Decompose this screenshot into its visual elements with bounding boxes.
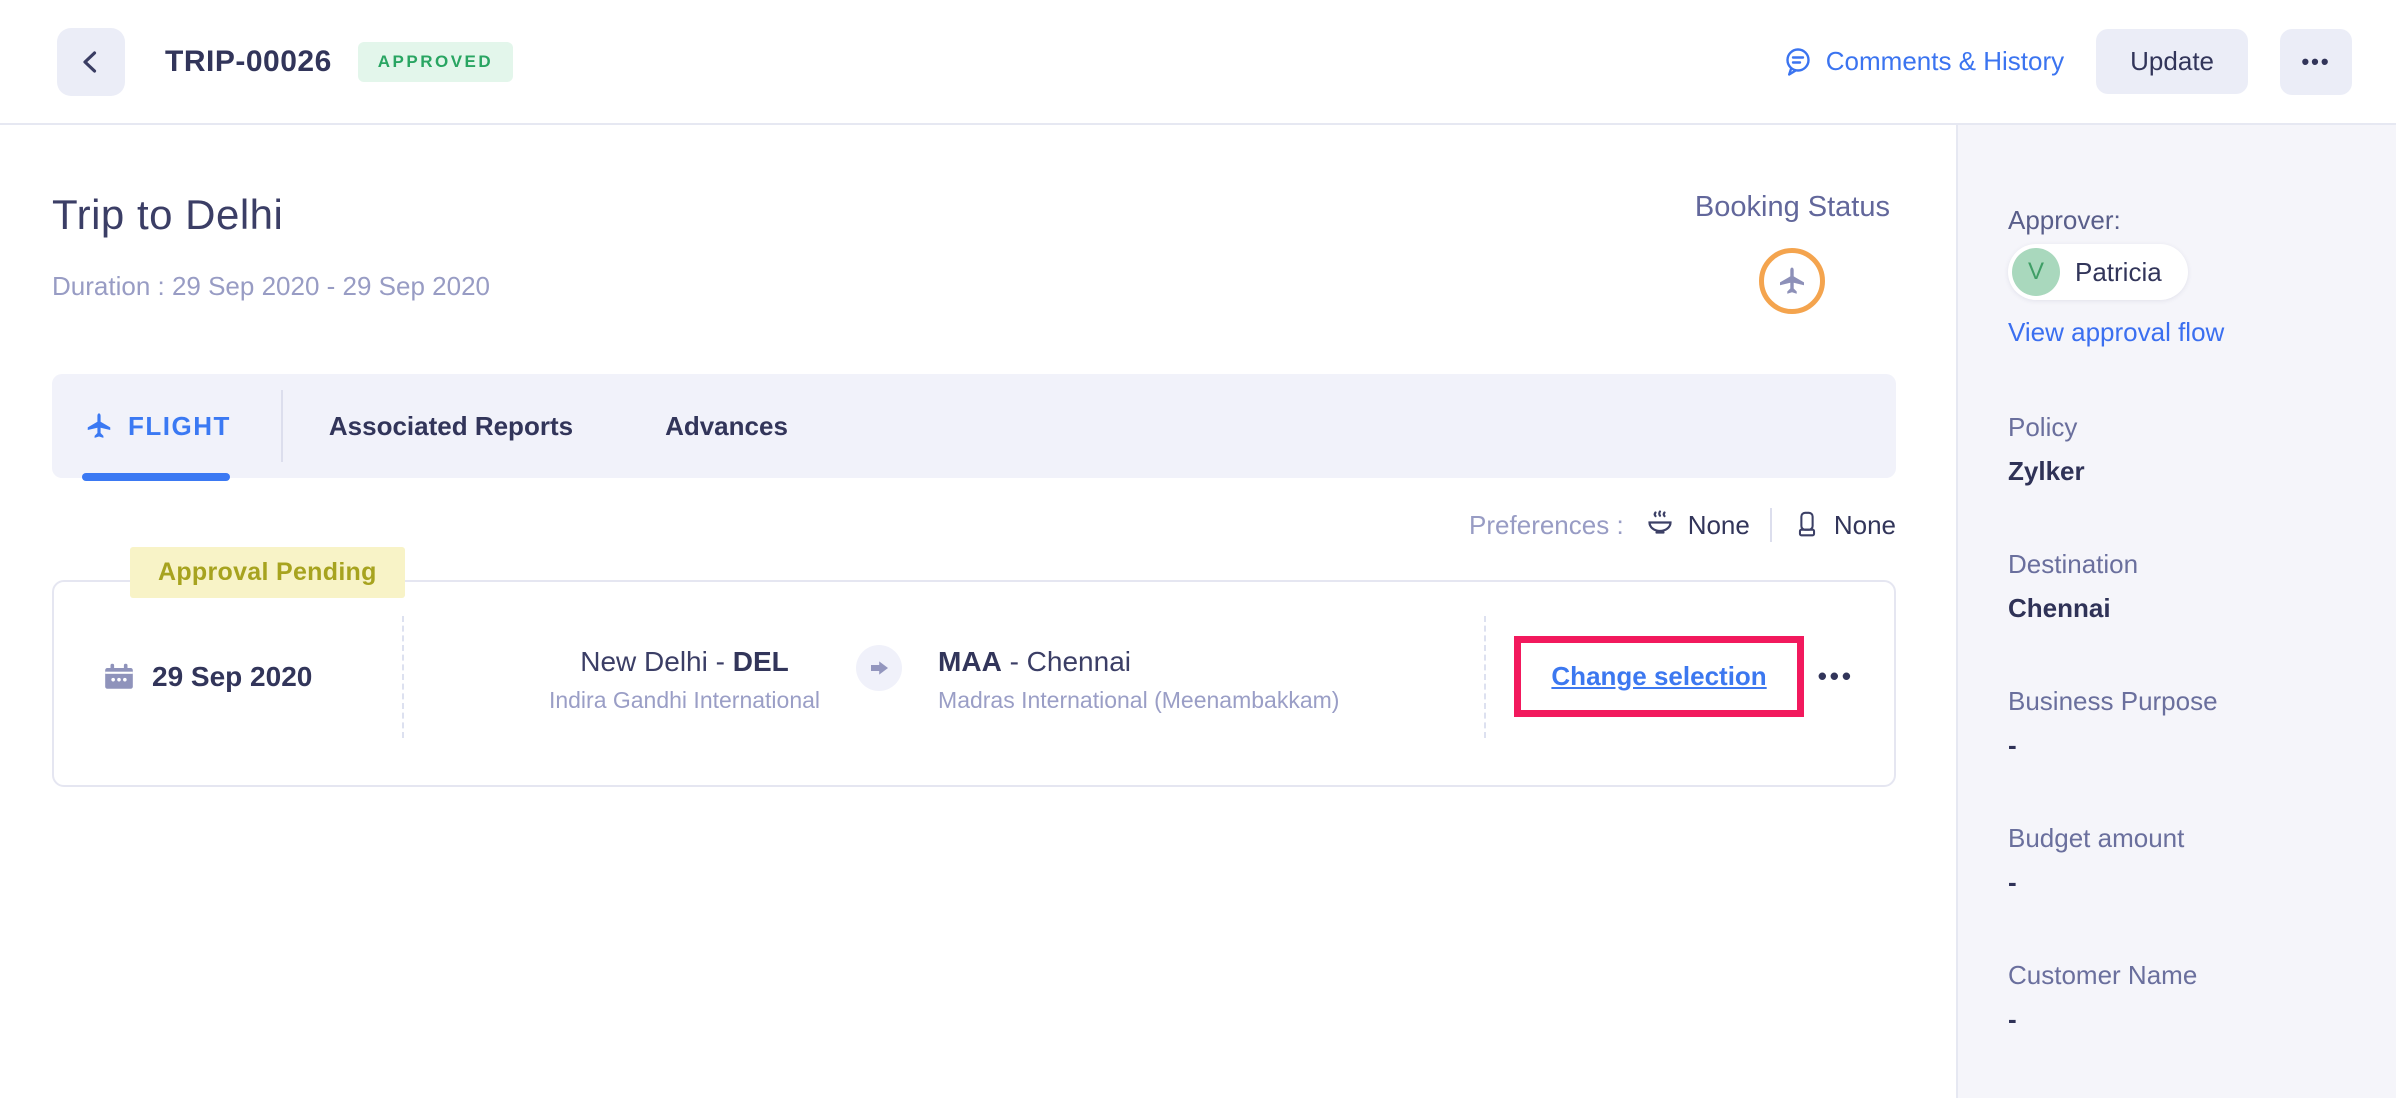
seat-preference: None: [1792, 510, 1896, 541]
chevron-left-icon: [77, 48, 105, 76]
destination-airport-title: MAA - Chennai: [938, 646, 1339, 678]
tab-advances[interactable]: Advances: [619, 374, 834, 478]
header-bar: TRIP-00026 APPROVED Comments & History U…: [0, 0, 2396, 125]
seat-icon: [1792, 510, 1822, 540]
sidebar-field-destination: Destination Chennai: [2008, 549, 2356, 624]
origin-airport: New Delhi - DEL Indira Gandhi Internatio…: [549, 646, 820, 714]
arrow-right-icon: [868, 657, 890, 679]
approval-pending-badge: Approval Pending: [130, 547, 405, 598]
trip-tabs: FLIGHT Associated Reports Advances: [52, 374, 1896, 478]
back-button[interactable]: [57, 28, 125, 96]
tab-associated-reports[interactable]: Associated Reports: [283, 374, 619, 478]
title-row: Trip to Delhi Duration : 29 Sep 2020 - 2…: [52, 191, 1896, 314]
approver-chip[interactable]: V Patricia: [2008, 244, 2188, 300]
sidebar-field-policy: Policy Zylker: [2008, 412, 2356, 487]
active-tab-underline: [82, 473, 230, 481]
travel-date: 29 Sep 2020: [102, 660, 402, 694]
trip-detail-page: TRIP-00026 APPROVED Comments & History U…: [0, 0, 2396, 1098]
field-label: Budget amount: [2008, 823, 2356, 854]
trip-id: TRIP-00026: [165, 45, 332, 79]
sidebar-field-customer-name: Customer Name -: [2008, 960, 2356, 1035]
change-selection-link[interactable]: Change selection: [1551, 661, 1766, 691]
trip-duration: Duration : 29 Sep 2020 - 29 Sep 2020: [52, 271, 490, 302]
main-content: Trip to Delhi Duration : 29 Sep 2020 - 2…: [0, 125, 1958, 1098]
booking-status-indicator[interactable]: [1759, 248, 1825, 314]
comments-history-link[interactable]: Comments & History: [1782, 46, 2064, 78]
tab-flight[interactable]: FLIGHT: [52, 374, 281, 478]
calendar-icon: [102, 660, 136, 694]
tab-flight-label: FLIGHT: [128, 411, 231, 442]
card-divider-dashed: [1484, 616, 1486, 738]
booking-status-block: Booking Status: [1695, 191, 1890, 314]
update-button[interactable]: Update: [2096, 29, 2248, 94]
origin-airport-title: New Delhi - DEL: [549, 646, 820, 678]
itinerary-more-button[interactable]: •••: [1818, 661, 1854, 692]
header-actions: Comments & History Update •••: [1782, 29, 2352, 95]
field-value: -: [2008, 867, 2356, 898]
meal-icon: [1644, 509, 1676, 541]
itinerary-actions: Change selection •••: [1514, 636, 1854, 717]
preference-divider: [1770, 508, 1772, 542]
seat-preference-value: None: [1834, 510, 1896, 541]
sidebar-field-budget-amount: Budget amount -: [2008, 823, 2356, 898]
comment-bubble-icon: [1782, 46, 1814, 78]
meal-preference: None: [1644, 509, 1750, 541]
field-label: Business Purpose: [2008, 686, 2356, 717]
booking-status-label: Booking Status: [1695, 191, 1890, 224]
annotation-highlight-box: Change selection: [1514, 636, 1803, 717]
destination-airport-subtitle: Madras International (Meenambakkam): [938, 687, 1339, 714]
field-label: Customer Name: [2008, 960, 2356, 991]
field-label: Policy: [2008, 412, 2356, 443]
approved-status-badge: APPROVED: [358, 42, 513, 82]
field-value: Chennai: [2008, 593, 2356, 624]
route-arrow: [856, 645, 902, 691]
field-value: Zylker: [2008, 456, 2356, 487]
flight-itinerary-card: Approval Pending 29 Sep 202: [52, 580, 1896, 787]
destination-airport: MAA - Chennai Madras International (Meen…: [938, 646, 1339, 714]
flight-route: New Delhi - DEL Indira Gandhi Internatio…: [404, 639, 1484, 715]
comments-history-label: Comments & History: [1826, 46, 2064, 77]
airplane-icon: [1776, 265, 1808, 297]
flight-plane-icon: [84, 411, 114, 441]
field-label: Destination: [2008, 549, 2356, 580]
field-value: -: [2008, 1004, 2356, 1035]
approver-name: Patricia: [2075, 257, 2162, 288]
trip-details-sidebar: Approver: V Patricia View approval flow …: [1958, 125, 2396, 1098]
page-title: Trip to Delhi: [52, 191, 490, 239]
field-value: -: [2008, 730, 2356, 761]
preferences-row: Preferences : None: [52, 508, 1896, 542]
header-more-button[interactable]: •••: [2280, 29, 2352, 95]
origin-airport-subtitle: Indira Gandhi International: [549, 687, 820, 714]
page-body: Trip to Delhi Duration : 29 Sep 2020 - 2…: [0, 125, 2396, 1098]
approver-label: Approver:: [2008, 205, 2356, 236]
preferences-label: Preferences :: [1469, 510, 1624, 541]
meal-preference-value: None: [1688, 510, 1750, 541]
approver-avatar: V: [2012, 248, 2060, 296]
title-block: Trip to Delhi Duration : 29 Sep 2020 - 2…: [52, 191, 490, 302]
travel-date-value: 29 Sep 2020: [152, 661, 312, 693]
view-approval-flow-link[interactable]: View approval flow: [2008, 317, 2356, 348]
sidebar-field-business-purpose: Business Purpose -: [2008, 686, 2356, 761]
